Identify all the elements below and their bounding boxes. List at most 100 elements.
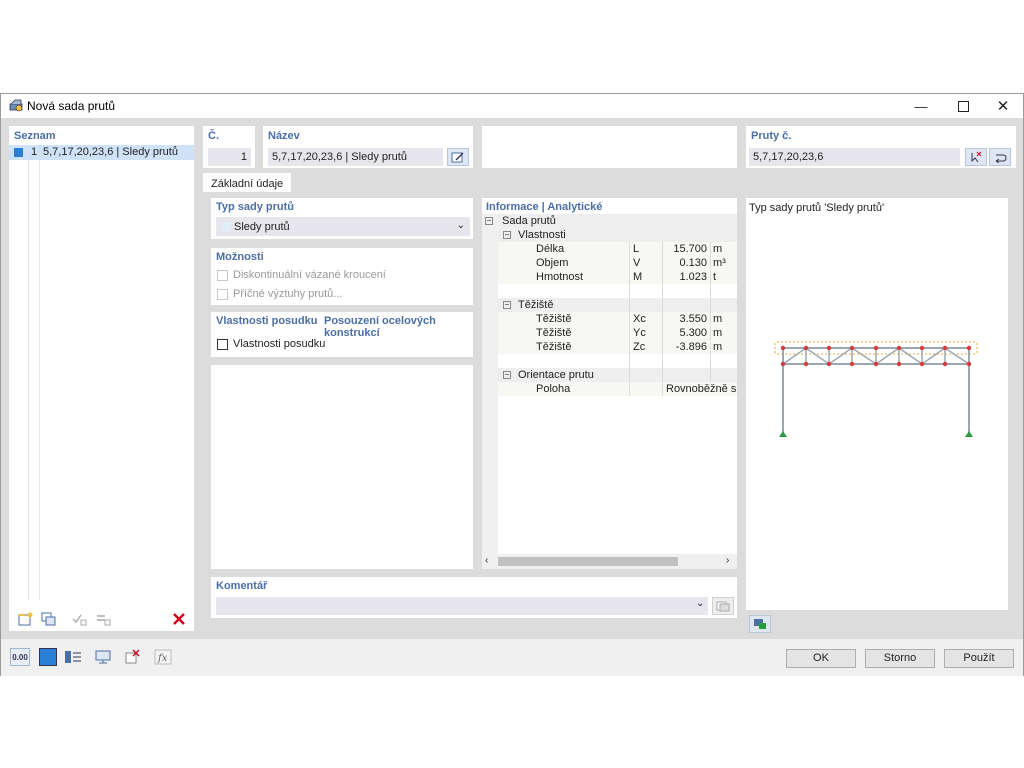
prop-symbol: M <box>633 271 643 283</box>
uncheck-all-icon[interactable] <box>93 610 113 628</box>
stiffeners-checkbox[interactable] <box>217 289 228 300</box>
tab-basic-data[interactable]: Základní údaje <box>203 173 292 192</box>
new-item-icon[interactable] <box>15 610 35 628</box>
table-row: Těžiště Zc -3.896 m <box>498 340 737 354</box>
ok-button[interactable]: OK <box>786 649 856 668</box>
prop-value: 5.300 <box>679 327 707 339</box>
reverse-members-button[interactable] <box>989 148 1011 166</box>
prop-name: Hmotnost <box>536 271 584 283</box>
table-row: Objem V 0.130 m³ <box>498 256 737 270</box>
list-item-label: 5,7,17,20,23,6 | Sledy prutů <box>43 146 178 158</box>
display-icon[interactable] <box>93 648 113 666</box>
tab-design-properties[interactable]: Vlastnosti posudku <box>216 315 317 327</box>
scroll-right-icon[interactable]: › <box>726 555 729 566</box>
apply-button[interactable]: Použít <box>944 649 1014 668</box>
cancel-button[interactable]: Storno <box>865 649 935 668</box>
name-field[interactable]: 5,7,17,20,23,6 | Sledy prutů <box>268 148 443 166</box>
list-panel: Seznam 1 5,7,17,20,23,6 | Sledy prutů <box>9 126 194 631</box>
members-label: Pruty č. <box>751 130 792 142</box>
tree-group-label: Těžiště <box>518 299 554 311</box>
divider <box>662 242 663 396</box>
collapse-icon[interactable]: − <box>503 301 511 309</box>
pick-members-button[interactable] <box>965 148 987 166</box>
formula-icon[interactable]: fx <box>153 648 173 666</box>
maximize-button[interactable] <box>943 94 983 118</box>
type-panel: Typ sady prutů Sledy prutů ⌄ <box>211 198 473 239</box>
prop-unit: m <box>713 341 723 353</box>
tree-row-orientation[interactable]: − Orientace prutu <box>498 368 737 382</box>
empty-panel <box>211 365 473 569</box>
tree-row-properties[interactable]: − Vlastnosti <box>498 228 737 242</box>
collapse-icon[interactable]: − <box>503 371 511 379</box>
divider <box>28 160 29 600</box>
close-button[interactable]: ✕ <box>983 94 1023 118</box>
dialog-window: Nová sada prutů — ✕ Seznam 1 5,7,17,20,2… <box>0 93 1024 676</box>
tree-row-centroid[interactable]: − Těžiště <box>498 298 737 312</box>
prop-symbol: Yc <box>633 327 646 339</box>
prop-name: Poloha <box>536 383 571 395</box>
color-icon[interactable] <box>39 648 57 666</box>
check-all-icon[interactable] <box>69 610 89 628</box>
tree-root-label: Sada prutů <box>502 215 556 227</box>
comment-input[interactable] <box>216 597 708 615</box>
svg-text:fx: fx <box>157 653 168 664</box>
edit-name-button[interactable] <box>447 148 469 166</box>
table-row: Těžiště Xc 3.550 m <box>498 312 737 326</box>
prop-value: 15.700 <box>673 243 707 255</box>
prop-unit: m <box>713 243 723 255</box>
table-row: Těžiště Yc 5.300 m <box>498 326 737 340</box>
prop-value: 1.023 <box>679 271 707 283</box>
options-header: Možnosti <box>216 251 264 263</box>
type-header: Typ sady prutů <box>216 201 295 213</box>
copy-item-icon[interactable] <box>39 610 59 628</box>
list-header: Seznam <box>14 130 56 142</box>
collapse-icon[interactable]: − <box>485 217 493 225</box>
list-item[interactable]: 1 5,7,17,20,23,6 | Sledy prutů <box>9 145 194 160</box>
tab-steel-design[interactable]: Posouzení ocelových konstrukcí <box>324 315 473 339</box>
stiffeners-label: Příčné výztuhy prutů... <box>233 288 343 300</box>
number-field[interactable]: 1 <box>208 148 251 166</box>
preview-panel: Typ sady prutů 'Sledy prutů' <box>746 198 1008 610</box>
preview-title: Typ sady prutů 'Sledy prutů' <box>749 202 885 214</box>
color-swatch <box>14 148 23 157</box>
design-properties-checkbox[interactable] <box>217 339 228 350</box>
view-settings-button[interactable] <box>749 615 771 633</box>
minimize-button[interactable]: — <box>901 94 941 118</box>
title-bar: Nová sada prutů — ✕ <box>1 94 1023 118</box>
comment-library-button[interactable] <box>712 597 734 615</box>
prop-unit: m³ <box>713 257 726 269</box>
info-tree: − Sada prutů − Vlastnosti Délka L 15.700… <box>485 214 737 554</box>
type-select[interactable]: Sledy prutů ⌄ <box>216 217 470 236</box>
prop-value: -3.896 <box>675 341 707 353</box>
prop-name: Objem <box>536 257 569 269</box>
table-row: Poloha Rovnoběžně s r <box>498 382 737 396</box>
table-row: Délka L 15.700 m <box>498 242 737 256</box>
scroll-left-icon[interactable]: ‹ <box>485 555 488 566</box>
members-field[interactable]: 5,7,17,20,23,6 <box>749 148 960 166</box>
info-header: Informace | Analytické <box>486 201 603 213</box>
tree-row-root[interactable]: − Sada prutů <box>485 214 737 228</box>
chevron-down-icon[interactable]: ⌄ <box>696 598 704 609</box>
torsion-checkbox[interactable] <box>217 270 228 281</box>
delete-icon[interactable] <box>169 610 189 628</box>
collapse-icon[interactable]: − <box>503 231 511 239</box>
horizontal-scrollbar[interactable]: ‹ › <box>482 554 737 569</box>
select-members-icon[interactable] <box>123 648 143 666</box>
table-row: Hmotnost M 1.023 t <box>498 270 737 284</box>
scroll-thumb[interactable] <box>498 557 678 566</box>
prop-value: Rovnoběžně s r <box>666 383 737 395</box>
number-panel: Č. 1 <box>203 126 255 168</box>
prop-value: 3.550 <box>679 313 707 325</box>
units-icon[interactable]: 0.00 <box>10 648 30 666</box>
divider <box>39 160 40 600</box>
blank-panel <box>482 126 737 168</box>
prop-name: Těžiště <box>536 313 572 325</box>
window-title: Nová sada prutů <box>27 99 116 113</box>
member-info-icon[interactable] <box>63 648 83 666</box>
type-select-value: Sledy prutů <box>234 221 290 233</box>
work-area: Seznam 1 5,7,17,20,23,6 | Sledy prutů Č.… <box>1 118 1023 639</box>
design-panel: Vlastnosti posudku Posouzení ocelových k… <box>211 312 473 357</box>
chevron-down-icon: ⌄ <box>456 220 465 231</box>
prop-unit: m <box>713 327 723 339</box>
tree-group-label: Orientace prutu <box>518 369 594 381</box>
